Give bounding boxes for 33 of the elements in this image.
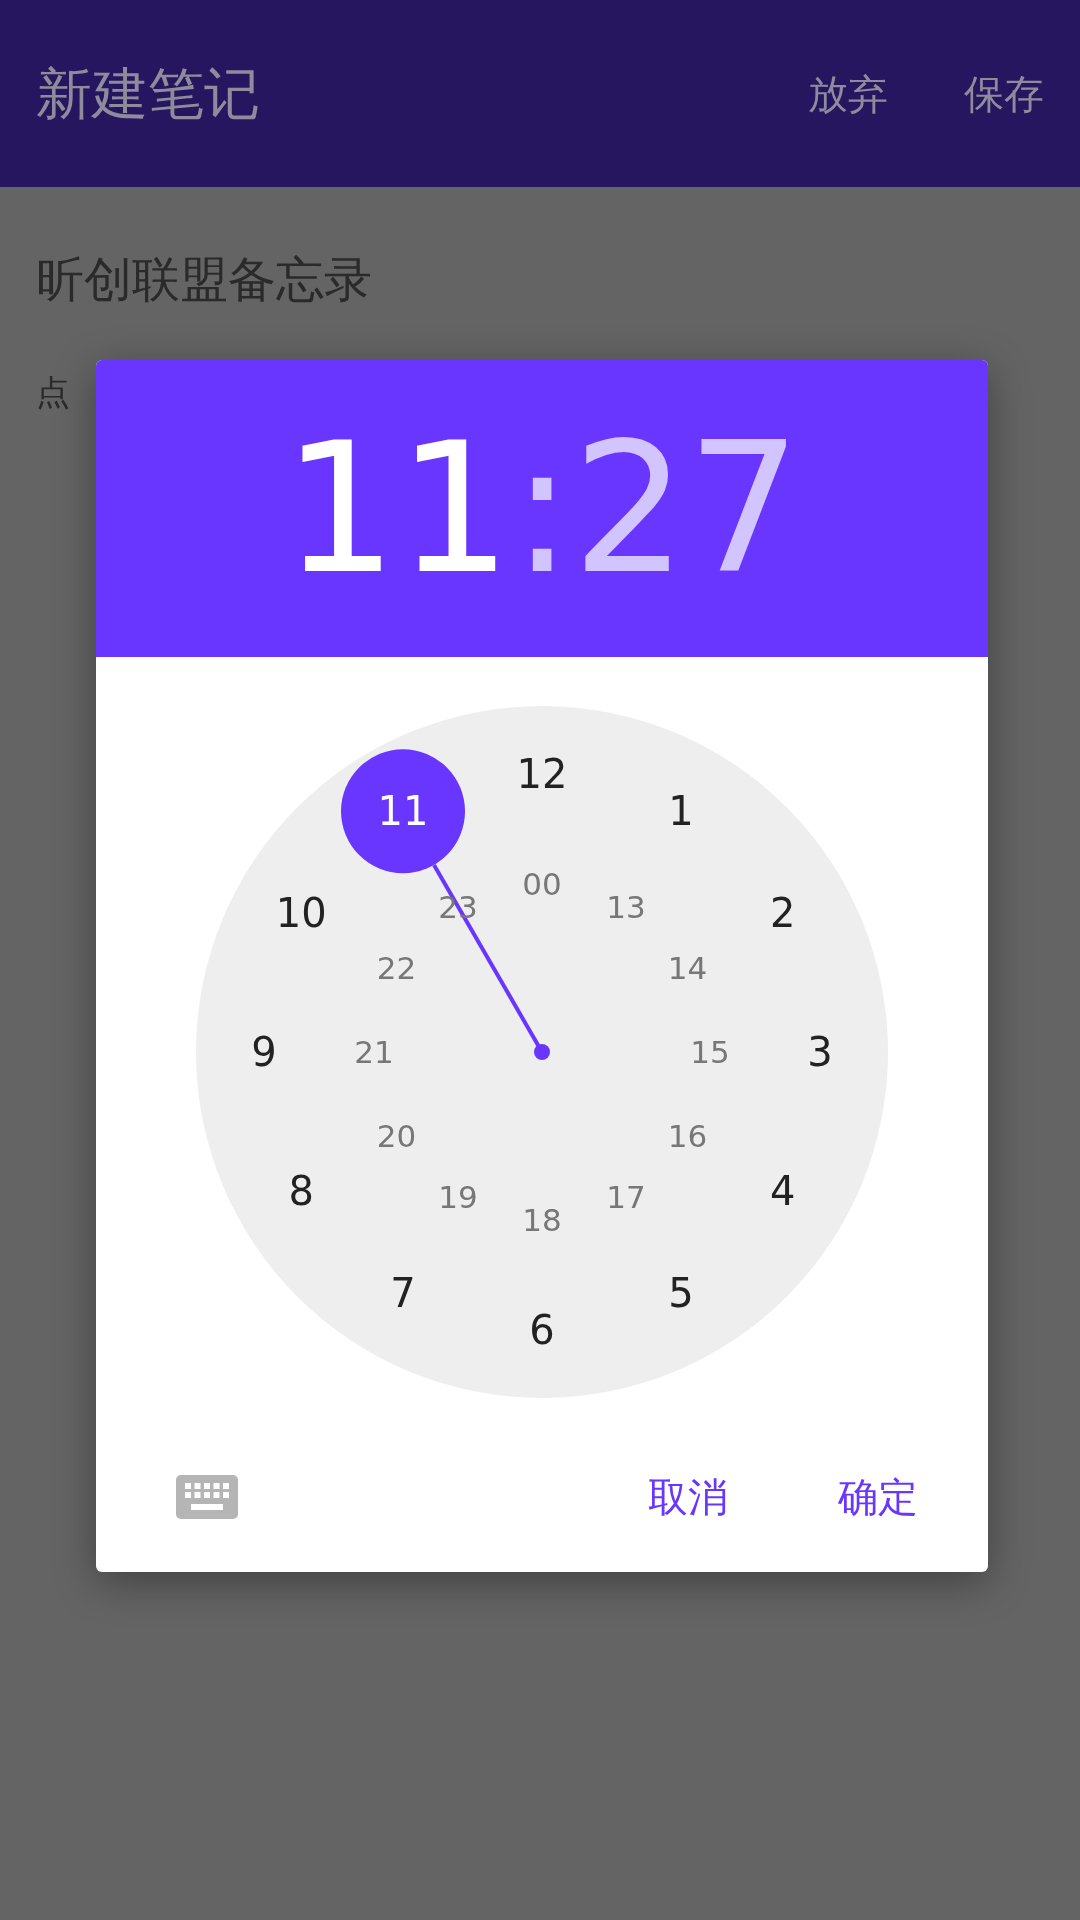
dial-number[interactable]: 4 xyxy=(770,1171,796,1211)
dial-number[interactable]: 17 xyxy=(606,1182,646,1213)
dial-number[interactable]: 1 xyxy=(668,791,694,832)
center-dot xyxy=(534,1044,550,1060)
minute-display[interactable]: 27 xyxy=(572,418,802,599)
dial-number[interactable]: 3 xyxy=(807,1032,833,1072)
dial-selector[interactable] xyxy=(341,749,465,874)
dial-number[interactable]: 12 xyxy=(516,754,568,794)
dial-number[interactable]: 9 xyxy=(251,1032,277,1072)
app-bar-action[interactable]: 放弃 xyxy=(808,63,888,124)
dial-number[interactable]: 18 xyxy=(522,1204,562,1236)
time-separator: : xyxy=(511,418,573,599)
dial-number[interactable]: 2 xyxy=(770,893,796,933)
dial-number[interactable]: 10 xyxy=(275,893,327,933)
dial-number[interactable]: 22 xyxy=(376,952,417,984)
dial-number[interactable]: 20 xyxy=(376,1120,417,1152)
dial-number[interactable]: 16 xyxy=(667,1120,708,1152)
dialog-button[interactable]: 确定 xyxy=(838,1467,918,1527)
dial-number[interactable]: 7 xyxy=(390,1272,416,1313)
dial-number[interactable]: 8 xyxy=(288,1171,314,1211)
dial-number[interactable]: 14 xyxy=(667,952,708,984)
app-title: 新建笔记 xyxy=(36,59,260,128)
dial-number[interactable]: 13 xyxy=(606,891,646,922)
hour-display[interactable]: 11 xyxy=(282,418,512,599)
dial-number[interactable]: 19 xyxy=(438,1182,478,1213)
dial-number[interactable]: 5 xyxy=(668,1272,694,1313)
app-bar-action[interactable]: 保存 xyxy=(964,63,1044,124)
dial-number[interactable]: 21 xyxy=(354,1036,394,1068)
dial-number[interactable]: 00 xyxy=(522,868,562,900)
dial-number[interactable]: 15 xyxy=(690,1036,730,1068)
dialog-button[interactable]: 取消 xyxy=(648,1467,728,1527)
dial-number[interactable]: 6 xyxy=(529,1310,555,1350)
dial-number[interactable]: 11 xyxy=(377,791,429,832)
